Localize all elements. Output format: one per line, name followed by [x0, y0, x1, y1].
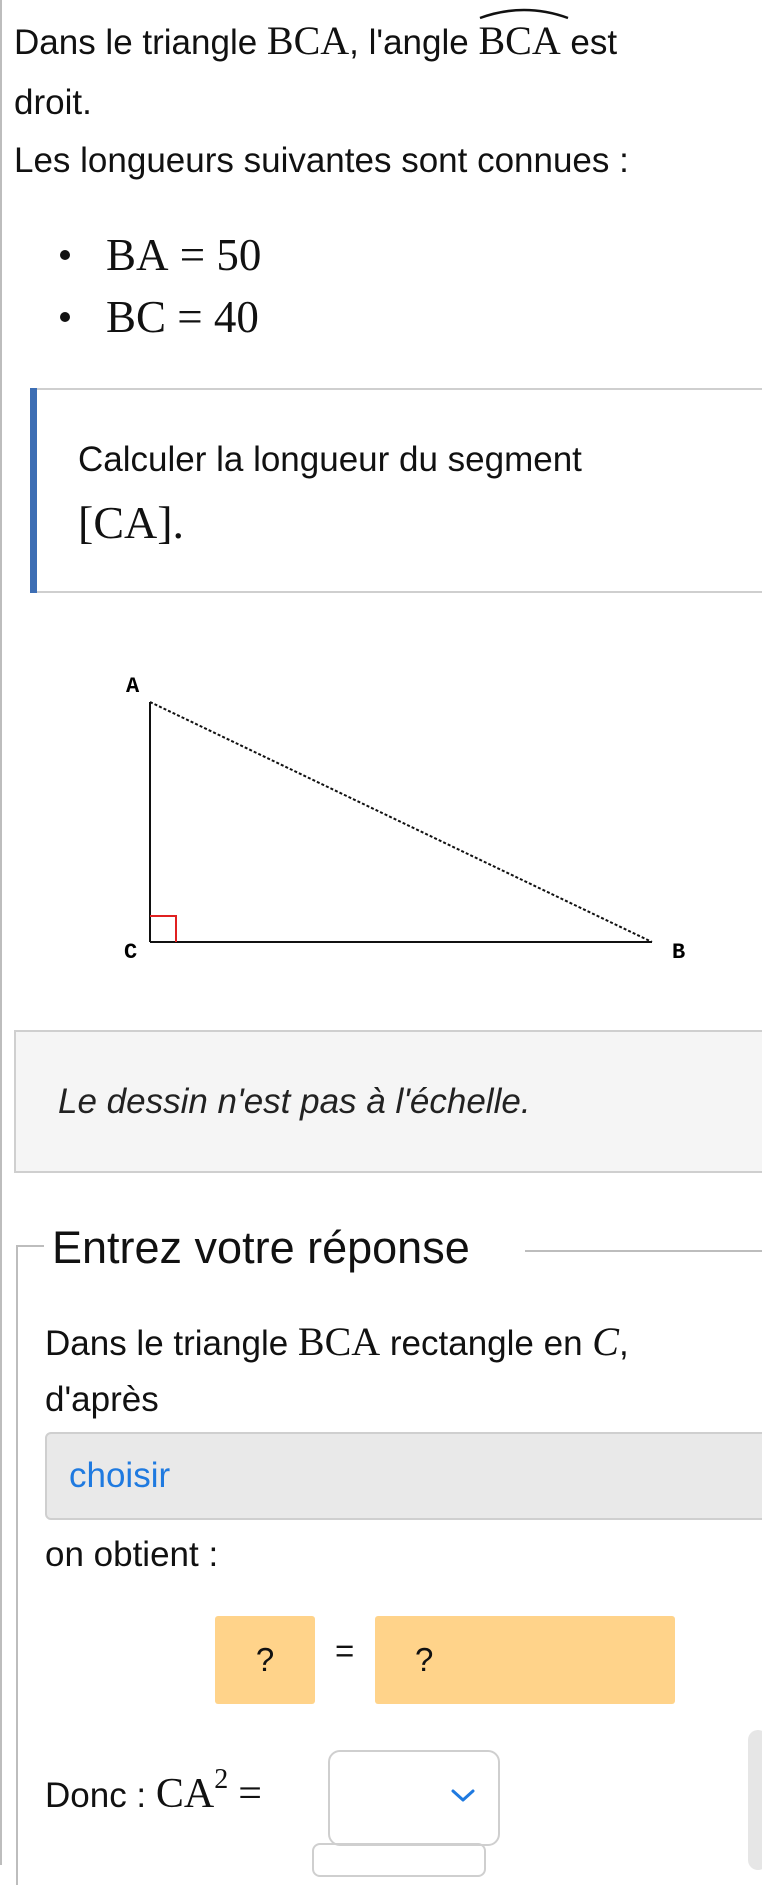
given-rhs: 40 — [213, 292, 259, 342]
sentence-middle: rectangle en — [380, 1324, 593, 1363]
bullet-dot — [60, 250, 70, 260]
vertex-c-label: C — [124, 940, 137, 965]
theorem-select-label: choisir — [69, 1456, 171, 1495]
slot-right-label: ? — [415, 1641, 434, 1678]
equation-slot-left[interactable]: ? — [215, 1616, 315, 1704]
donc-label: Donc : — [45, 1776, 156, 1815]
angle-symbol: BCA — [478, 8, 569, 72]
vertex-b-label: B — [672, 940, 685, 965]
task-segment: [CA]. — [78, 497, 185, 548]
theorem-select[interactable]: choisir — [45, 1432, 762, 1520]
ca-equals: = — [238, 1771, 262, 1817]
fieldset-border-left — [16, 1245, 44, 1247]
intro-prefix: Dans le triangle — [14, 23, 267, 62]
bullet-dot — [60, 312, 70, 322]
answer-sentence: Dans le triangle BCA rectangle en C, — [45, 1318, 629, 1365]
scale-note: Le dessin n'est pas à l'échelle. — [14, 1030, 762, 1173]
given-lhs: BA — [106, 230, 169, 280]
ca-symbol: CA — [155, 1771, 215, 1817]
equation-slot-right[interactable]: ? — [375, 1616, 675, 1704]
intro-middle: , l'angle — [349, 23, 479, 62]
ca-squared-dropdown[interactable] — [328, 1750, 500, 1846]
angle-hat-icon — [480, 8, 569, 20]
scale-note-text: Le dessin n'est pas à l'échelle. — [58, 1082, 531, 1121]
angle-label: BCA — [478, 18, 561, 63]
intro-line-1: Dans le triangle BCA, l'angle BCA est — [14, 8, 618, 74]
chevron-down-icon — [451, 1789, 475, 1802]
given-rhs: 50 — [216, 230, 262, 280]
given-op: = — [179, 230, 206, 280]
obtain-label: on obtient : — [45, 1535, 219, 1574]
known-lengths-label: Les longueurs suivantes sont connues : — [14, 141, 629, 180]
sentence-vertex: C — [592, 1319, 619, 1364]
sentence-prefix: Dans le triangle — [45, 1324, 298, 1363]
given-item: BA = 50 — [60, 224, 261, 286]
sentence-suffix: , — [618, 1324, 629, 1363]
ca-exponent: 2 — [214, 1764, 229, 1796]
intro-suffix: est — [560, 23, 618, 62]
sentence-triangle: BCA — [297, 1319, 381, 1364]
right-angle-marker — [150, 915, 177, 942]
scrollbar[interactable] — [748, 1730, 762, 1870]
task-callout: Calculer la longueur du segment [CA]. — [30, 388, 762, 593]
next-field-stub — [312, 1843, 486, 1877]
slot-left-label: ? — [255, 1641, 275, 1678]
page-left-border — [0, 0, 2, 1865]
given-lhs: BC — [106, 292, 167, 342]
vertex-a-label: A — [126, 674, 140, 699]
given-op: = — [177, 292, 203, 342]
intro-triangle: BCA — [266, 18, 350, 63]
givens-list: BA = 50 BC = 40 — [60, 224, 261, 348]
triangle-figure: A C B — [124, 674, 685, 965]
given-item: BC = 40 — [60, 286, 261, 348]
donc-line: Donc : CA2 = — [45, 1764, 262, 1818]
task-text: Calculer la longueur du segment — [78, 440, 582, 479]
sentence-line-2: d'après — [45, 1380, 159, 1419]
callout-accent-bar — [30, 388, 37, 593]
intro-line-2: droit. — [14, 83, 92, 122]
answer-legend: Entrez votre réponse — [46, 1222, 476, 1274]
equation-equals: = — [335, 1632, 355, 1669]
fieldset-border-right — [525, 1250, 762, 1252]
